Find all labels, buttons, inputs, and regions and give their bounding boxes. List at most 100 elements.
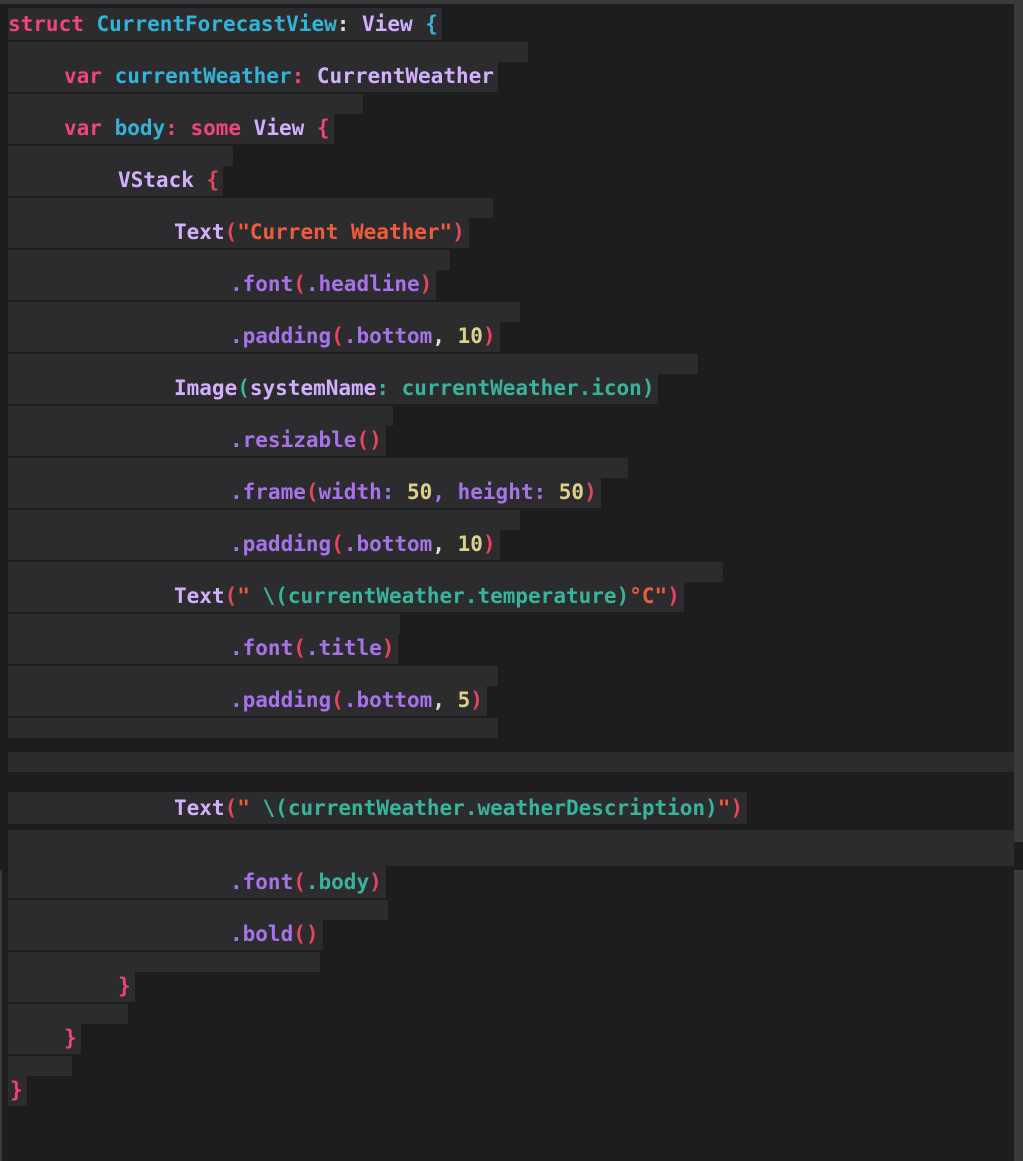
modifier: .padding (230, 532, 332, 556)
blank-line (8, 146, 233, 166)
number-literal: 50 (407, 480, 433, 504)
paren: ) (419, 272, 433, 296)
paren: ) (641, 376, 655, 400)
modifier: .padding (230, 688, 332, 712)
argument: .bottom (343, 324, 433, 348)
blank-line (8, 250, 450, 270)
punctuation: : (533, 480, 559, 504)
code-line-text-description[interactable]: Text(" \(currentWeather.weatherDescripti… (8, 792, 747, 824)
brace: { (304, 116, 330, 140)
argument-label: height (457, 480, 534, 504)
argument-label: width (318, 480, 382, 504)
modifier: .font (230, 636, 294, 660)
editor-left-border (0, 870, 2, 1161)
punctuation: : (165, 116, 191, 140)
punctuation: , (432, 688, 458, 712)
paren: ) (730, 796, 743, 820)
paren: ( (331, 532, 344, 556)
blank-line (8, 302, 520, 322)
type-ref: CurrentWeather (316, 64, 494, 88)
keyword: var (64, 116, 115, 140)
code-line-padding-bottom[interactable]: .padding(.bottom, 5) (8, 684, 487, 716)
modifier: .bold (230, 922, 294, 946)
type-ref: Image (174, 376, 238, 400)
string-literal: " (717, 796, 731, 820)
paren: ) (369, 870, 382, 894)
paren: ( (293, 636, 306, 660)
modifier: .font (230, 870, 294, 894)
code-line-frame[interactable]: .frame(width: 50, height: 50) (8, 476, 601, 508)
keyword: some (190, 116, 254, 140)
code-line-var-body[interactable]: var body: some View { (8, 112, 334, 144)
paren: ( (293, 870, 306, 894)
code-line-var-current-weather[interactable]: var currentWeather: CurrentWeather (8, 60, 498, 92)
code-line-struct-decl[interactable]: struct CurrentForecastView: View { (8, 8, 442, 40)
paren: () (356, 428, 382, 452)
code-line-font-headline[interactable]: .font(.headline) (8, 268, 437, 300)
string-interpolation: \(currentWeather.weatherDescription) (262, 796, 718, 820)
blank-line (8, 900, 388, 920)
modifier: .padding (230, 324, 332, 348)
blank-line (8, 42, 528, 62)
argument: .headline (305, 272, 420, 296)
paren: ( (331, 688, 344, 712)
paren: ) (584, 480, 597, 504)
paren: ) (667, 584, 680, 608)
code-line-text-temperature[interactable]: Text(" \(currentWeather.temperature)°C") (8, 580, 684, 612)
blank-line (8, 718, 498, 738)
argument: .body (305, 870, 370, 894)
punctuation: , (432, 480, 458, 504)
paren: ( (305, 480, 319, 504)
code-line-vstack[interactable]: VStack { (8, 164, 224, 196)
type-ref: View (362, 12, 413, 36)
number-literal: 50 (558, 480, 585, 504)
brace: } (64, 1026, 77, 1050)
blank-line (8, 1056, 72, 1076)
type-ref: VStack (118, 168, 194, 192)
code-line-close-struct[interactable]: } (8, 1074, 27, 1106)
string-literal: "Current Weather" (237, 220, 453, 244)
argument: .bottom (343, 532, 433, 556)
code-line-bold[interactable]: .bold() (8, 918, 323, 950)
number-literal: 5 (457, 688, 471, 712)
code-editor[interactable]: struct CurrentForecastView: View { var c… (0, 0, 1023, 1161)
paren: ) (482, 324, 496, 348)
editor-top-border (0, 0, 1023, 4)
editor-scrollbar-track[interactable] (1014, 0, 1023, 842)
paren: ( (331, 324, 344, 348)
brace: } (10, 1078, 23, 1102)
type-ref: Text (174, 220, 225, 244)
blank-line (8, 354, 698, 374)
paren: ) (470, 688, 483, 712)
code-line-font-title[interactable]: .font(.title) (8, 632, 399, 664)
keyword: var (64, 64, 115, 88)
argument: currentWeather.icon (401, 376, 642, 400)
code-line-padding-bottom[interactable]: .padding(.bottom, 10) (8, 320, 500, 352)
string-literal: " (237, 796, 263, 820)
modifier: .resizable (230, 428, 357, 452)
editor-scrollbar-track-lower[interactable] (1014, 870, 1023, 1161)
code-line-text-title[interactable]: Text("Current Weather") (8, 216, 469, 248)
paren: ( (224, 796, 238, 820)
blank-line (8, 562, 723, 582)
code-line-padding-bottom[interactable]: .padding(.bottom, 10) (8, 528, 500, 560)
code-line-close-body[interactable]: } (8, 1022, 81, 1054)
argument-label: systemName (249, 376, 377, 400)
blank-line (8, 198, 493, 218)
punctuation: : (336, 12, 363, 36)
code-line-font-body[interactable]: .font(.body) (8, 866, 386, 898)
argument: .title (305, 636, 382, 660)
keyword: struct (8, 12, 97, 36)
code-line-image[interactable]: Image(systemName: currentWeather.icon) (8, 372, 659, 404)
code-line-resizable[interactable]: .resizable() (8, 424, 386, 456)
punctuation: : (376, 376, 402, 400)
punctuation: , (432, 324, 458, 348)
brace: { (193, 168, 220, 192)
code-line-close-vstack[interactable]: } (8, 970, 135, 1002)
brace: { (412, 12, 438, 36)
number-literal: 10 (457, 532, 483, 556)
string-interpolation: \(currentWeather.temperature) (262, 584, 630, 608)
type-name: CurrentForecastView (96, 12, 337, 36)
string-literal: °C" (629, 584, 668, 608)
blank-line (8, 614, 400, 634)
